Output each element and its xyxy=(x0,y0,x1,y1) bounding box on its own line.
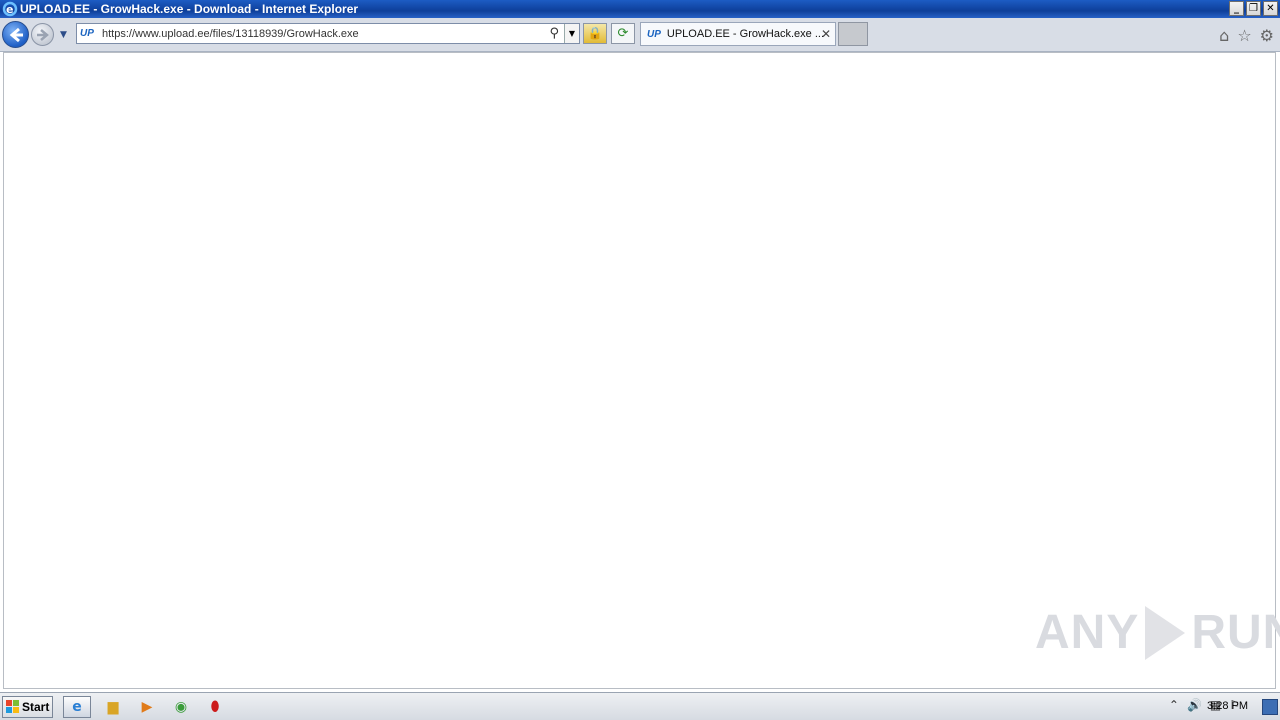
start-button[interactable]: Start xyxy=(2,696,53,718)
start-label: Start xyxy=(22,700,50,714)
tab-close-icon[interactable]: ✕ xyxy=(821,27,831,41)
window-title: UPLOAD.EE - GrowHack.exe - Download - In… xyxy=(20,2,359,16)
new-tab-button[interactable] xyxy=(838,22,868,46)
minimize-button[interactable]: _ xyxy=(1229,1,1244,16)
restore-button[interactable]: ❐ xyxy=(1246,1,1261,16)
window-titlebar: e UPLOAD.EE - GrowHack.exe - Download - … xyxy=(0,0,1280,18)
page-content xyxy=(3,52,1276,689)
site-favicon: UP xyxy=(80,28,94,39)
taskbar-file-explorer-icon[interactable]: ▆ xyxy=(99,696,127,718)
taskbar-opera-icon[interactable]: ⬮ xyxy=(201,696,229,718)
show-hidden-icons-icon[interactable]: ⌃ xyxy=(1169,698,1179,712)
internet-explorer-icon: e xyxy=(2,1,18,17)
play-logo-icon xyxy=(1145,605,1186,660)
watermark-right-text: RUN xyxy=(1191,606,1280,659)
tab-favicon: UP xyxy=(647,28,661,40)
taskbar-chrome-icon[interactable]: ◉ xyxy=(167,696,195,718)
tab-upload-ee[interactable]: UP UPLOAD.EE - GrowHack.exe ... ✕ xyxy=(640,22,836,46)
security-lock-icon[interactable]: 🔒 xyxy=(583,23,607,44)
watermark-left-text: ANY xyxy=(1035,606,1140,659)
window-controls: _ ❐ ✕ xyxy=(1229,1,1278,16)
home-icon[interactable]: ⌂ xyxy=(1219,26,1229,45)
taskbar-internet-explorer-icon[interactable]: e xyxy=(63,696,91,718)
search-icon[interactable]: ⚲ xyxy=(549,26,559,41)
volume-icon[interactable]: 🔊 xyxy=(1187,698,1202,712)
recent-pages-dropdown-icon[interactable]: ▼ xyxy=(60,30,67,40)
url-text[interactable]: https://www.upload.ee/files/13118939/Gro… xyxy=(102,28,359,40)
show-desktop-icon[interactable] xyxy=(1262,699,1278,715)
close-button[interactable]: ✕ xyxy=(1263,1,1278,16)
refresh-icon[interactable]: ⟳ xyxy=(611,23,635,44)
taskbar: Start e ▆ ▶ ◉ ⬮ ⌃ 🔊 ▦ ⚐ 3:28 PM xyxy=(0,692,1280,720)
address-dropdown-icon[interactable]: ▼ xyxy=(564,24,579,43)
svg-text:e: e xyxy=(6,3,13,16)
taskbar-media-player-icon[interactable]: ▶ xyxy=(133,696,161,718)
favorites-star-icon[interactable]: ☆ xyxy=(1237,26,1251,45)
windows-logo-icon xyxy=(6,700,19,713)
back-button[interactable] xyxy=(2,21,29,48)
anyrun-watermark: ANY RUN xyxy=(1035,605,1280,660)
settings-gear-icon[interactable]: ⚙ xyxy=(1260,26,1274,45)
browser-commands: ⌂ ☆ ⚙ xyxy=(1219,26,1274,45)
address-bar[interactable]: UP https://www.upload.ee/files/13118939/… xyxy=(76,23,580,44)
clock[interactable]: 3:28 PM xyxy=(1207,700,1248,712)
navigation-bar: ▼ UP https://www.upload.ee/files/1311893… xyxy=(0,18,1280,52)
back-arrow-icon xyxy=(9,27,23,43)
tab-label: UPLOAD.EE - GrowHack.exe ... xyxy=(666,28,825,40)
forward-arrow-icon xyxy=(37,29,49,41)
forward-button[interactable] xyxy=(31,23,54,46)
